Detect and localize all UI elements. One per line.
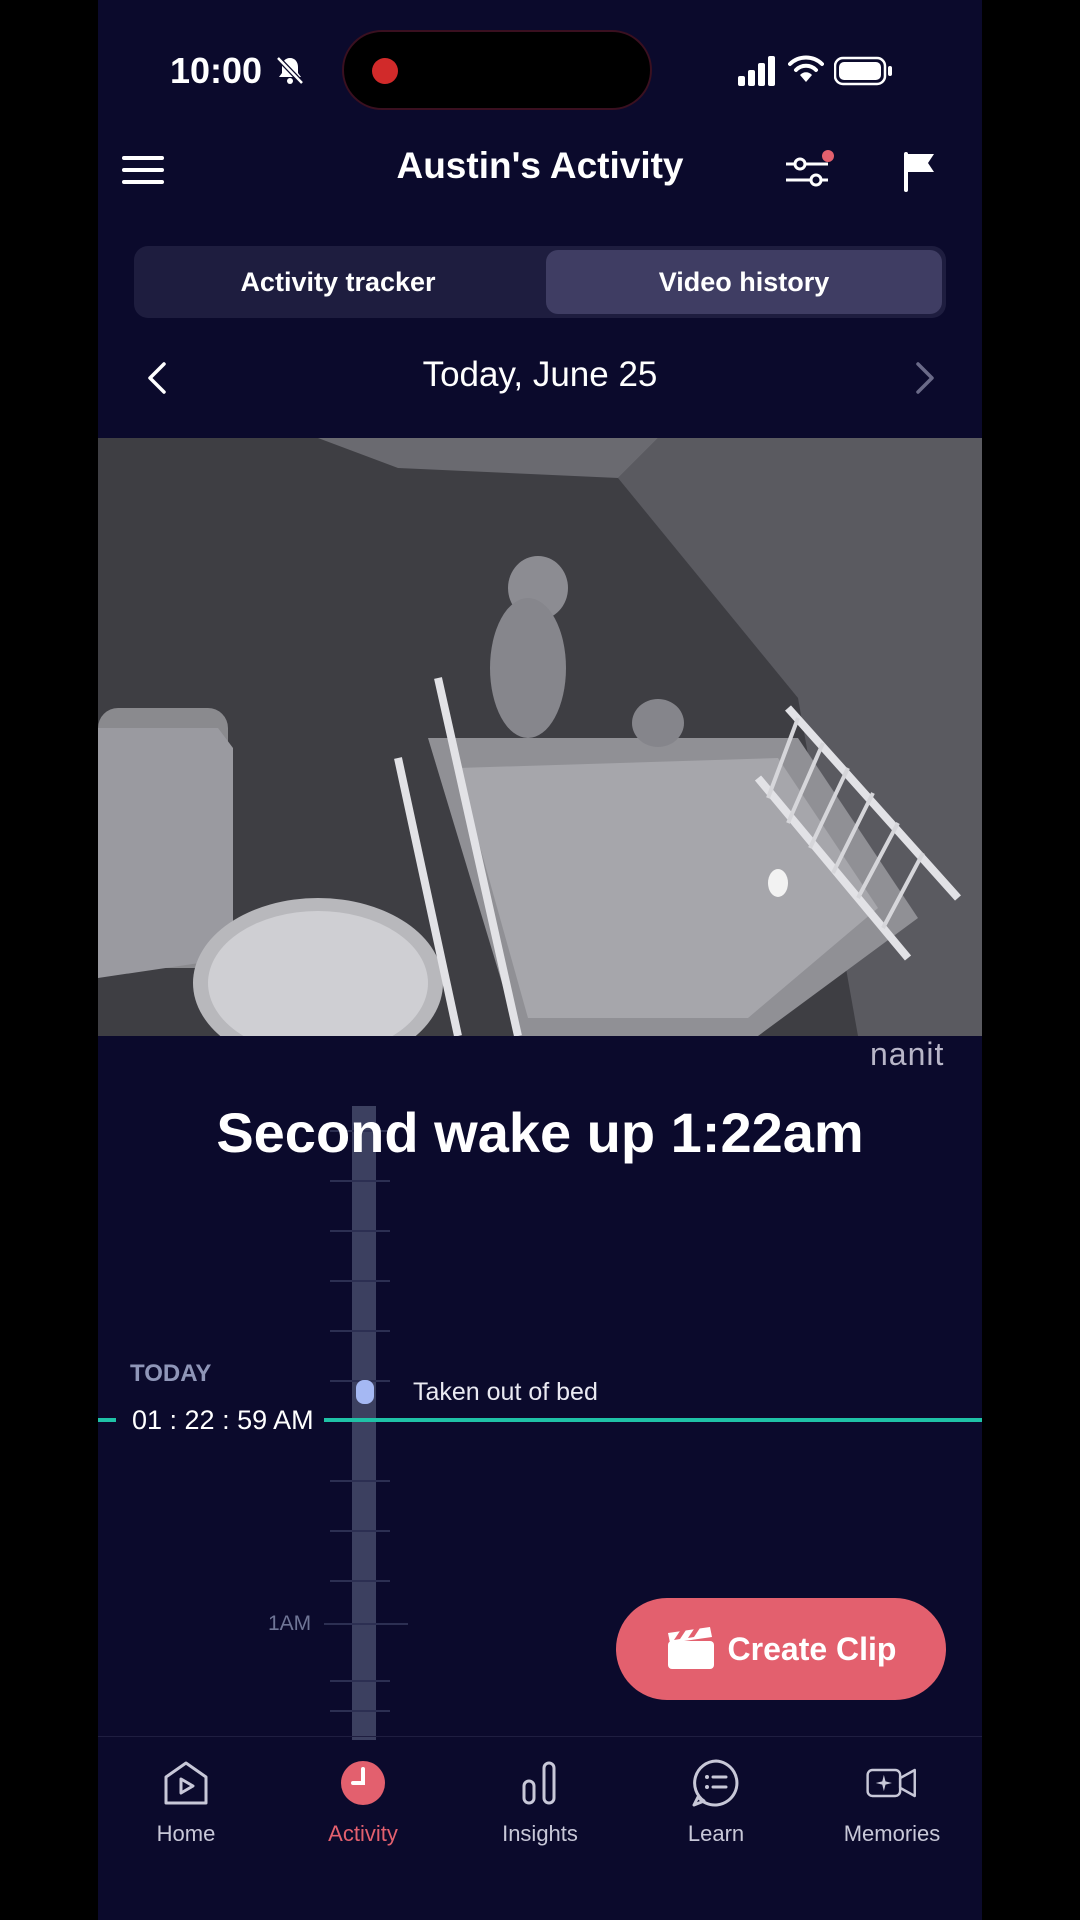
sparkle-camera-icon [866,1768,916,1798]
timeline-tick [330,1680,390,1682]
cellular-signal-icon [738,56,775,86]
nav-item-learn[interactable]: Learn [628,1757,804,1847]
event-marker[interactable] [356,1380,374,1404]
hour-label: 1AM [268,1612,312,1635]
nav-label: Home [156,1821,216,1846]
night-vision-crib-image [98,438,982,1036]
nav-item-insights[interactable]: Insights [452,1757,628,1847]
timeline-tick [330,1530,390,1532]
nav-label: Memories [843,1821,941,1846]
nav-item-memories[interactable]: Memories [804,1757,980,1847]
timeline-tick [330,1180,390,1182]
battery-icon [834,56,892,86]
timeline-tick [330,1280,390,1282]
event-label[interactable]: Taken out of bed [413,1378,598,1407]
nanit-watermark: nanit [870,1036,945,1072]
timeline-tick [330,1230,390,1232]
create-clip-button[interactable]: Create Clip [616,1598,946,1700]
playhead-line [324,1418,982,1422]
filter-sliders-icon[interactable] [784,150,834,192]
silent-bell-icon [276,56,304,85]
event-title: Second wake up 1:22am [216,1101,864,1164]
recording-dot-icon [372,58,398,84]
page-title: Austin's Activity [396,145,684,186]
home-play-icon [164,1761,208,1805]
app-screen: 10:00 Austin's Activity Activity tracker… [98,0,982,1920]
timeline-hour-tick [324,1623,408,1625]
bottom-navigation: Home Activity Insights Learn Memories [98,1736,982,1920]
nav-label: Learn [687,1821,745,1846]
tab-video-history[interactable]: Video history [546,250,942,314]
clock-icon [341,1761,385,1805]
create-clip-label: Create Clip [727,1630,897,1667]
tab-activity-tracker[interactable]: Activity tracker [138,250,538,314]
nav-label: Insights [502,1821,578,1846]
status-time: 10:00 [170,50,263,91]
nav-item-home[interactable]: Home [98,1757,274,1847]
nav-item-activity[interactable]: Activity [275,1757,451,1847]
timeline-tick [330,1480,390,1482]
bar-chart-icon [522,1761,556,1805]
segmented-tabs: Activity tracker Video history [134,246,946,318]
timeline-tick [330,1580,390,1582]
timeline-track [352,1106,376,1740]
playhead-time: 01 : 22 : 59 AM [132,1405,314,1435]
day-label: TODAY [130,1360,212,1387]
current-date: Today, June 25 [422,355,658,394]
clapperboard-icon [667,1627,714,1669]
dynamic-island [342,30,652,110]
nav-label: Activity [328,1821,398,1846]
timeline-tick [330,1330,390,1332]
chevron-right-icon[interactable] [914,360,938,396]
chat-list-icon [692,1759,739,1807]
flag-icon[interactable] [902,150,936,194]
playhead-line [98,1418,116,1422]
wifi-icon [788,55,824,82]
video-player[interactable] [98,438,982,1036]
timeline-tick [330,1710,390,1712]
